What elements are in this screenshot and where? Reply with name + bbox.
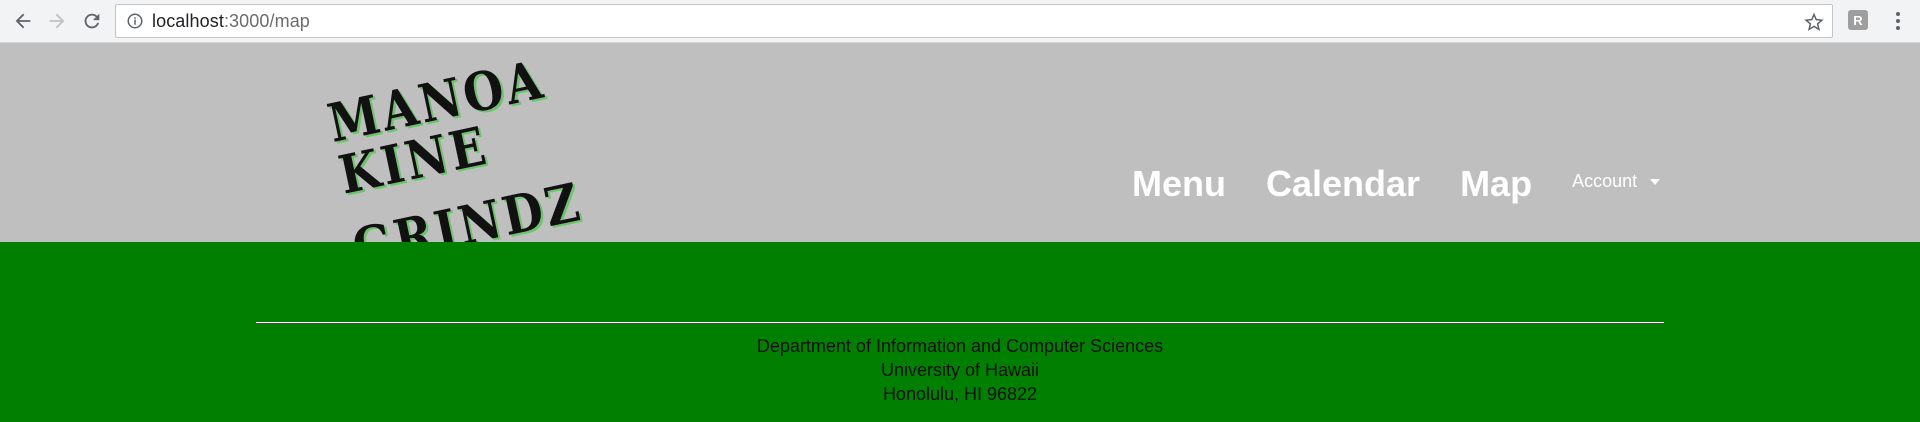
forward-button[interactable] xyxy=(44,8,70,34)
footer-university: University of Hawaii xyxy=(880,360,1040,380)
nav-map-link[interactable]: Map xyxy=(1460,163,1532,205)
footer-department: Department of Information and Computer S… xyxy=(756,336,1164,356)
site-header: MANOA KINE GRINDZ Menu Calendar Map Acco… xyxy=(0,43,1920,280)
footer-address: Department of Information and Computer S… xyxy=(0,334,1920,406)
site-footer: Department of Information and Computer S… xyxy=(0,242,1920,422)
footer-divider xyxy=(256,322,1664,323)
arrow-left-icon xyxy=(15,13,31,29)
address-bar[interactable]: localhost:3000/map xyxy=(115,4,1833,38)
extension-button[interactable]: R xyxy=(1848,10,1868,30)
url-text: localhost:3000/map xyxy=(152,11,310,32)
reload-button[interactable] xyxy=(79,8,105,34)
info-icon[interactable] xyxy=(126,12,144,30)
kebab-icon[interactable] xyxy=(1890,10,1906,32)
url-host: localhost xyxy=(152,10,224,31)
browser-toolbar: localhost:3000/map R xyxy=(0,0,1920,43)
star-icon[interactable] xyxy=(1804,12,1824,32)
nav-menu-link[interactable]: Menu xyxy=(1132,163,1226,205)
main-nav: Menu Calendar Map Account xyxy=(1132,163,1661,205)
site-logo[interactable]: MANOA KINE GRINDZ xyxy=(323,48,605,279)
account-label: Account xyxy=(1572,170,1638,191)
back-button[interactable] xyxy=(10,8,36,34)
caret-down-icon xyxy=(1650,179,1661,185)
url-path: :3000/map xyxy=(223,10,310,31)
account-dropdown[interactable]: Account xyxy=(1572,170,1661,192)
reload-icon xyxy=(84,13,100,29)
arrow-right-icon xyxy=(49,13,65,29)
footer-city: Honolulu, HI 96822 xyxy=(882,384,1038,404)
nav-calendar-link[interactable]: Calendar xyxy=(1266,163,1420,205)
